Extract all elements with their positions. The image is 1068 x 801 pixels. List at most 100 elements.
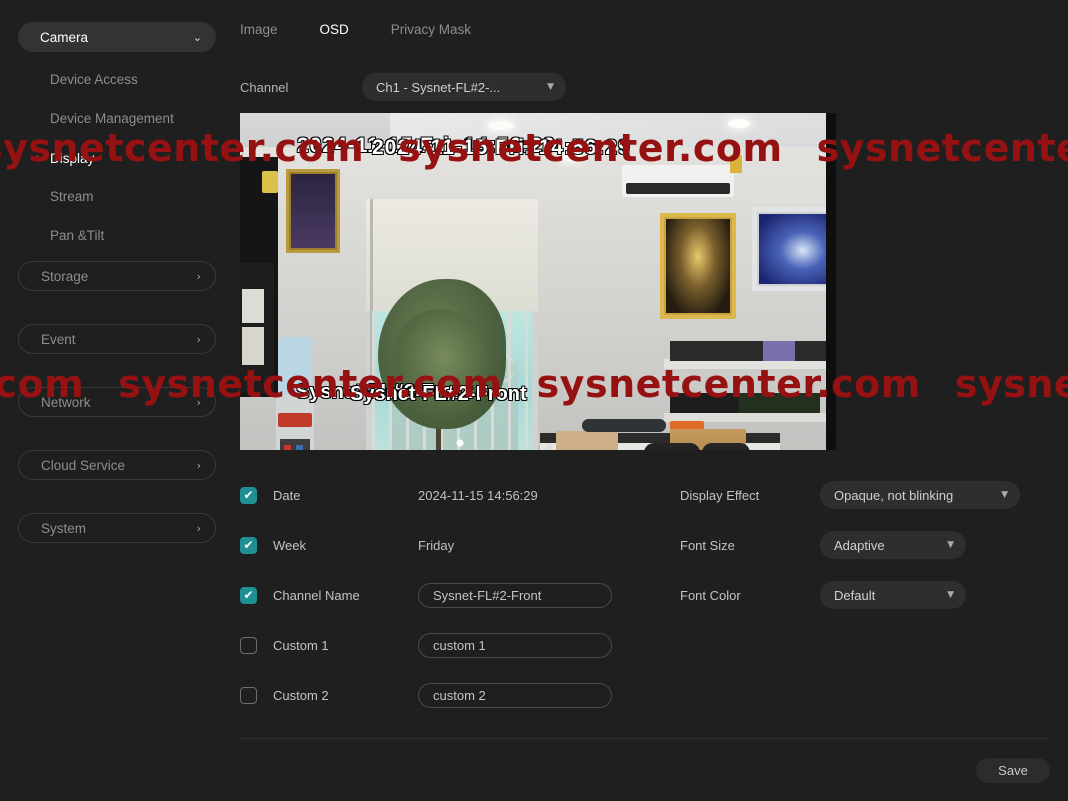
sidebar-group-storage[interactable]: Storage › <box>18 261 216 291</box>
sidebar-item-display[interactable]: Display <box>50 151 94 166</box>
channel-label: Channel <box>240 79 289 95</box>
chevron-down-icon: ▼ <box>947 590 954 600</box>
scene-shelf-items <box>670 393 820 413</box>
checkbox-custom2[interactable]: ✔ <box>240 686 257 704</box>
channel-select[interactable]: Ch1 - Sysnet-FL#2-... ▼ <box>362 73 566 101</box>
display-effect-value: Opaque, not blinking <box>834 487 954 503</box>
scene-cardboard-box <box>556 431 618 450</box>
label-custom2: Custom 2 <box>273 687 329 703</box>
sidebar-group-network[interactable]: Network › <box>18 387 216 417</box>
sidebar-item-pan-tilt[interactable]: Pan &Tilt <box>50 228 104 243</box>
scene-painting-art-gold <box>666 219 730 313</box>
save-button[interactable]: Save <box>976 758 1050 783</box>
scene-ac-vent <box>626 183 730 194</box>
content-area: Image OSD Privacy Mask Channel Ch1 - Sys… <box>234 0 1068 801</box>
scene-desk-leg <box>546 443 552 450</box>
scene-ceiling-light <box>488 121 514 130</box>
check-icon: ✔ <box>243 488 254 502</box>
scene-edge-shadow <box>826 113 836 450</box>
label-font-size: Font Size <box>680 537 735 553</box>
osd-row-custom2: ✔ Custom 2 <box>240 670 660 720</box>
scene-cooler-tap-hot <box>284 445 291 450</box>
sidebar-item-label: Stream <box>50 189 94 204</box>
row-font-color: Font Color Default ▼ <box>680 570 1040 620</box>
sidebar-group-label: Cloud Service <box>41 457 126 473</box>
chevron-down-icon: ▼ <box>547 82 554 92</box>
chevron-down-icon: ⌄ <box>192 30 202 44</box>
value-week: Friday <box>418 537 455 553</box>
scene-ceiling-light <box>728 119 750 128</box>
font-size-select[interactable]: Adaptive ▼ <box>820 531 966 559</box>
input-channel-name[interactable] <box>418 582 612 608</box>
label-display-effect: Display Effect <box>680 487 760 503</box>
chevron-right-icon: › <box>196 458 201 472</box>
font-color-value: Default <box>834 587 876 603</box>
checkbox-custom1[interactable]: ✔ <box>240 636 257 654</box>
active-item-marker-icon <box>36 154 42 162</box>
checkbox-week[interactable]: ✔ <box>240 536 257 554</box>
sidebar-group-cloud-service[interactable]: Cloud Service › <box>18 450 216 480</box>
scene-window-decal <box>452 435 468 450</box>
sidebar-group-label: Camera <box>40 29 89 45</box>
font-color-select[interactable]: Default ▼ <box>820 581 966 609</box>
check-icon: ✔ <box>243 538 254 552</box>
chevron-down-icon: ▼ <box>947 540 954 550</box>
chevron-right-icon: › <box>196 521 201 535</box>
value-date: 2024-11-15 14:56:29 <box>418 487 538 503</box>
footer-divider <box>240 738 1048 739</box>
sidebar-group-system[interactable]: System › <box>18 513 216 543</box>
sidebar-item-device-management[interactable]: Device Management <box>50 111 174 126</box>
sidebar-item-device-access[interactable]: Device Access <box>50 72 138 87</box>
scene-cooler-panel <box>278 413 312 427</box>
chevron-down-icon: ▼ <box>1001 490 1008 500</box>
sidebar-group-label: Network <box>41 394 91 410</box>
osd-settings-page: Camera ⌄ Device Access Device Management… <box>0 0 1068 801</box>
display-effect-select[interactable]: Opaque, not blinking ▼ <box>820 481 1020 509</box>
sidebar-group-camera[interactable]: Camera ⌄ <box>18 22 216 52</box>
sidebar-item-label: Pan &Tilt <box>50 228 105 243</box>
label-font-color: Font Color <box>680 587 741 603</box>
sidebar-item-stream[interactable]: Stream <box>50 189 94 204</box>
input-custom2[interactable] <box>418 682 612 708</box>
channel-select-value: Ch1 - Sysnet-FL#2-... <box>376 79 501 95</box>
chevron-right-icon: › <box>196 395 201 409</box>
scene-picture-art <box>291 174 335 248</box>
input-custom1[interactable] <box>418 632 612 658</box>
sidebar-group-event[interactable]: Event › <box>18 324 216 354</box>
osd-row-channel-name: ✔ Channel Name <box>240 570 660 620</box>
scene-paper-notice <box>242 327 264 365</box>
scene-shelf-items <box>670 341 830 361</box>
scene-painting-art-blue <box>759 214 836 284</box>
row-font-size: Font Size Adaptive ▼ <box>680 520 1040 570</box>
scene-ac-badge <box>730 155 742 173</box>
tab-osd[interactable]: OSD <box>320 22 349 37</box>
scene-cooler-tap-cold <box>296 445 303 450</box>
chevron-right-icon: › <box>196 269 201 283</box>
font-size-value: Adaptive <box>834 537 885 553</box>
osd-row-date: ✔ Date 2024-11-15 14:56:29 <box>240 470 660 520</box>
channel-row: Channel Ch1 - Sysnet-FL#2-... ▼ <box>240 73 566 101</box>
label-custom1: Custom 1 <box>273 637 329 653</box>
tab-image[interactable]: Image <box>240 22 278 37</box>
video-preview[interactable]: 2024-11-15 Fri. 14:56:29 2024-11-15 Fri.… <box>240 113 836 450</box>
label-date: Date <box>273 487 301 503</box>
sidebar-group-label: Storage <box>41 268 89 284</box>
sidebar-item-label: Device Access <box>50 72 138 87</box>
sidebar: Camera ⌄ Device Access Device Management… <box>0 0 234 801</box>
checkbox-channel-name[interactable]: ✔ <box>240 586 257 604</box>
osd-style-column: Display Effect Opaque, not blinking ▼ Fo… <box>680 470 1040 620</box>
sidebar-item-label: Device Management <box>50 111 174 126</box>
sidebar-item-label: Display <box>50 151 95 166</box>
osd-row-custom1: ✔ Custom 1 <box>240 620 660 670</box>
label-week: Week <box>273 537 306 553</box>
osd-channel-name-overlay-ghost: Sysnet-FL#2-Front <box>350 383 527 405</box>
check-icon: ✔ <box>243 588 254 602</box>
scene-office-chair <box>702 443 750 450</box>
sidebar-group-label: System <box>41 520 87 536</box>
checkbox-date[interactable]: ✔ <box>240 486 257 504</box>
scene-rolled-mat <box>582 419 666 432</box>
sidebar-group-label: Event <box>41 331 76 347</box>
scene-paper-notice <box>242 289 264 323</box>
tab-privacy-mask[interactable]: Privacy Mask <box>391 22 471 37</box>
tab-bar: Image OSD Privacy Mask <box>240 22 513 37</box>
